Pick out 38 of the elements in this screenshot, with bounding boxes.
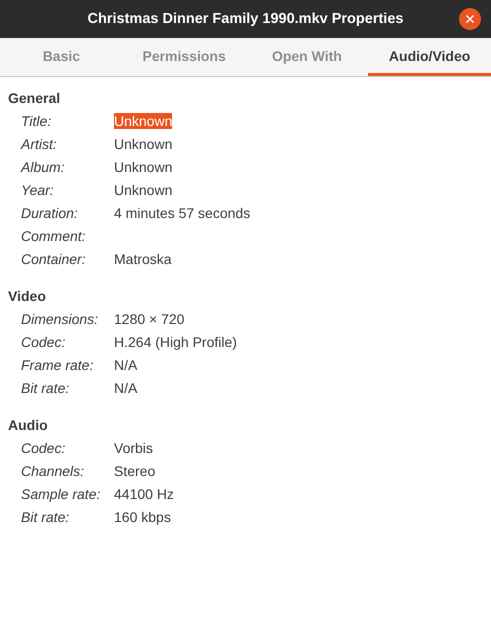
property-value: Unknown [114, 158, 172, 174]
property-label: Codec: [21, 334, 66, 350]
window-title: Christmas Dinner Family 1990.mkv Properties [88, 11, 404, 27]
tab[interactable]: Permissions [122, 38, 246, 76]
property-label: Duration: [21, 204, 79, 220]
property-label: Artist: [21, 136, 58, 152]
property-label: Album: [21, 158, 66, 174]
property-value: Matroska [114, 250, 172, 266]
property-label: Dimensions: [21, 310, 100, 326]
section-heading: Video [8, 287, 47, 306]
property-value: 1280 × 720 [114, 310, 184, 326]
property-label: Title: [21, 112, 52, 128]
property-label: Container: [21, 250, 87, 266]
property-value: H.264 (High Profile) [114, 334, 237, 350]
property-value: 160 kbps [114, 508, 171, 524]
property-value: N/A [114, 356, 138, 372]
property-value: Unknown [114, 136, 172, 152]
property-label: Frame rate: [21, 356, 94, 372]
section-heading: General [8, 89, 62, 108]
property-value: Vorbis [114, 440, 153, 456]
property-value: 44100 Hz [114, 486, 174, 502]
property-label: Comment: [21, 228, 87, 244]
section-heading: Audio [8, 416, 49, 435]
close-icon[interactable] [459, 8, 481, 30]
property-label: Bit rate: [21, 380, 70, 396]
property-value: 4 minutes 57 seconds [114, 204, 250, 220]
property-value: Unknown [114, 182, 172, 198]
tab[interactable]: Audio/Video [368, 38, 491, 76]
property-label: Sample rate: [21, 486, 102, 502]
property-value: Unknown [114, 112, 172, 128]
property-label: Channels: [21, 462, 86, 478]
property-label: Codec: [21, 440, 66, 456]
property-value: N/A [114, 380, 138, 396]
property-label: Bit rate: [21, 508, 70, 524]
tab[interactable]: Basic [0, 38, 123, 76]
tab[interactable]: Open With [246, 38, 368, 76]
property-value: Stereo [114, 462, 156, 478]
property-label: Year: [21, 182, 55, 198]
